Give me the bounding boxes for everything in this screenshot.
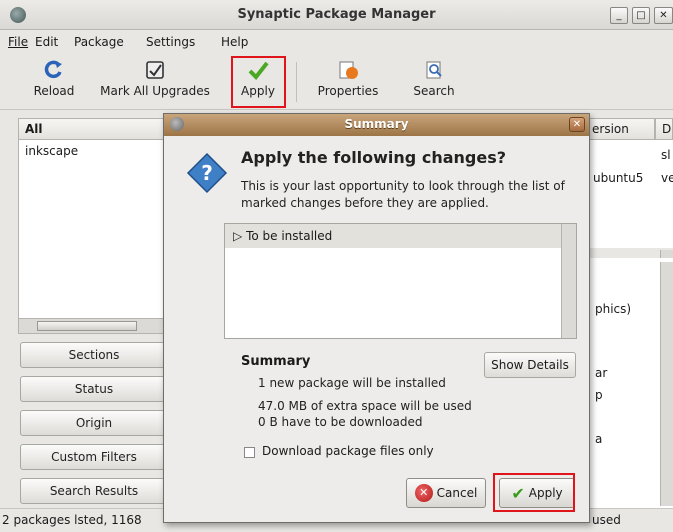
mark-upgrades-icon bbox=[146, 61, 164, 79]
summary-dialog: Summary ✕ ? Apply the following changes?… bbox=[163, 113, 590, 523]
menu-help[interactable]: Help bbox=[221, 35, 248, 49]
desc-text: phics) bbox=[595, 302, 632, 316]
to-be-installed-row[interactable]: ▷ To be installed bbox=[225, 224, 561, 248]
download-only-checkbox[interactable] bbox=[244, 447, 255, 458]
summary-line: 1 new package will be installed bbox=[258, 376, 446, 390]
scroll-thumb[interactable] bbox=[37, 321, 137, 331]
package-desc-cell: ve bbox=[661, 171, 673, 185]
window-title: Synaptic Package Manager bbox=[237, 7, 436, 22]
reload-icon bbox=[44, 60, 62, 79]
summary-line: 0 B have to be downloaded bbox=[258, 415, 423, 429]
changes-tree: ▷ To be installed bbox=[224, 223, 577, 339]
menu-edit[interactable]: Edit bbox=[35, 35, 58, 49]
summary-title: Summary bbox=[241, 354, 311, 369]
filter-list: inkscape bbox=[18, 140, 168, 320]
cancel-icon: ✕ bbox=[414, 484, 433, 502]
toolbar: Reload Mark All Upgrades Apply Propertie… bbox=[0, 54, 673, 110]
description-scrollbar[interactable] bbox=[660, 262, 673, 506]
dialog-description: This is your last opportunity to look th… bbox=[241, 179, 565, 210]
maximize-button[interactable]: □ bbox=[632, 7, 650, 24]
properties-icon bbox=[339, 61, 358, 79]
search-button[interactable]: Search bbox=[406, 58, 462, 108]
filter-list-header[interactable]: All bbox=[18, 118, 168, 140]
menu-package[interactable]: Package bbox=[74, 35, 124, 49]
filter-hscrollbar[interactable] bbox=[18, 318, 168, 334]
close-button[interactable]: ✕ bbox=[654, 7, 673, 24]
apply-toolbar-highlight bbox=[231, 56, 286, 108]
download-only-label[interactable]: Download package files only bbox=[262, 444, 434, 458]
custom-filters-button[interactable]: Custom Filters bbox=[20, 444, 168, 470]
minimize-button[interactable]: _ bbox=[610, 7, 628, 24]
package-cell: sl bbox=[661, 148, 671, 162]
apply-button-highlight bbox=[493, 473, 575, 512]
properties-button[interactable]: Properties bbox=[313, 58, 383, 108]
dialog-heading: Apply the following changes? bbox=[241, 148, 506, 167]
status-button[interactable]: Status bbox=[20, 376, 168, 402]
dialog-title: Summary bbox=[344, 117, 409, 131]
package-version-cell: ubuntu5 bbox=[593, 171, 644, 185]
summary-line: 47.0 MB of extra space will be used bbox=[258, 399, 472, 413]
toolbar-separator bbox=[296, 62, 297, 102]
svg-text:?: ? bbox=[201, 161, 213, 185]
search-results-button[interactable]: Search Results bbox=[20, 478, 168, 504]
question-icon: ? bbox=[186, 152, 228, 194]
mark-all-upgrades-button[interactable]: Mark All Upgrades bbox=[90, 58, 220, 108]
package-list: sl ubuntu5 ve bbox=[580, 140, 673, 248]
changes-scrollbar[interactable] bbox=[561, 224, 576, 338]
dialog-close-button[interactable]: ✕ bbox=[569, 117, 585, 132]
filter-item-inkscape[interactable]: inkscape bbox=[19, 140, 167, 162]
menu-file[interactable]: File bbox=[8, 35, 28, 49]
title-bar: Synaptic Package Manager _ □ ✕ bbox=[0, 0, 673, 30]
show-details-button[interactable]: Show Details bbox=[484, 352, 576, 378]
desc-text: ar bbox=[595, 366, 608, 380]
dialog-title-bar: Summary ✕ bbox=[164, 114, 589, 136]
column-description-header[interactable]: D bbox=[655, 118, 673, 140]
expander-icon[interactable]: ▷ bbox=[233, 229, 242, 243]
cancel-button[interactable]: ✕ Cancel bbox=[406, 478, 486, 508]
menu-bar: File Edit Package Settings Help bbox=[0, 30, 673, 54]
desc-text: a bbox=[595, 432, 603, 446]
desc-text: p bbox=[595, 388, 603, 402]
origin-button[interactable]: Origin bbox=[20, 410, 168, 436]
search-icon bbox=[426, 61, 442, 79]
sections-button[interactable]: Sections bbox=[20, 342, 168, 368]
menu-settings[interactable]: Settings bbox=[146, 35, 195, 49]
column-version-header[interactable]: ersion bbox=[585, 118, 655, 140]
reload-button[interactable]: Reload bbox=[28, 58, 80, 108]
package-list-scrollbar[interactable] bbox=[660, 250, 673, 258]
status-text-right: used bbox=[592, 513, 621, 527]
status-text: 2 packages lsted, 1168 bbox=[2, 513, 142, 527]
